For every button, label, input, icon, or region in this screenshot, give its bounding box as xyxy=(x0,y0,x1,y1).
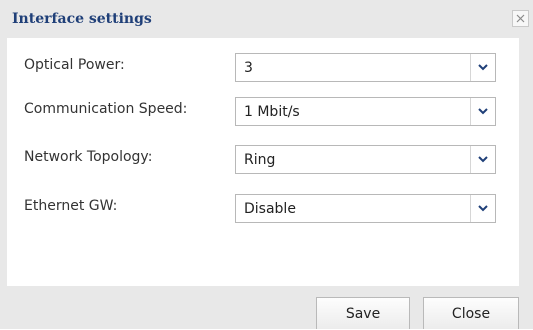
close-icon[interactable] xyxy=(512,10,529,27)
dialog-title: Interface settings xyxy=(12,11,152,27)
chevron-down-icon[interactable] xyxy=(470,146,495,173)
optical-power-select[interactable]: 3 xyxy=(235,53,496,82)
network-topology-select[interactable]: Ring xyxy=(235,145,496,174)
close-button[interactable]: Close xyxy=(423,297,519,329)
communication-speed-select[interactable]: 1 Mbit/s xyxy=(235,97,496,126)
interface-settings-dialog: Interface settings Optical Power: 3 Comm… xyxy=(0,0,533,329)
network-topology-value: Ring xyxy=(244,152,276,168)
optical-power-label: Optical Power: xyxy=(24,57,125,73)
network-topology-label: Network Topology: xyxy=(24,149,153,165)
dialog-titlebar: Interface settings xyxy=(0,0,533,38)
optical-power-value: 3 xyxy=(244,60,253,76)
communication-speed-label: Communication Speed: xyxy=(24,101,188,117)
chevron-down-icon[interactable] xyxy=(470,54,495,81)
communication-speed-value: 1 Mbit/s xyxy=(244,104,300,120)
ethernet-gw-select[interactable]: Disable xyxy=(235,194,496,223)
ethernet-gw-label: Ethernet GW: xyxy=(24,198,118,214)
chevron-down-icon[interactable] xyxy=(470,98,495,125)
chevron-down-icon[interactable] xyxy=(470,195,495,222)
save-button[interactable]: Save xyxy=(316,297,410,329)
ethernet-gw-value: Disable xyxy=(244,201,296,217)
